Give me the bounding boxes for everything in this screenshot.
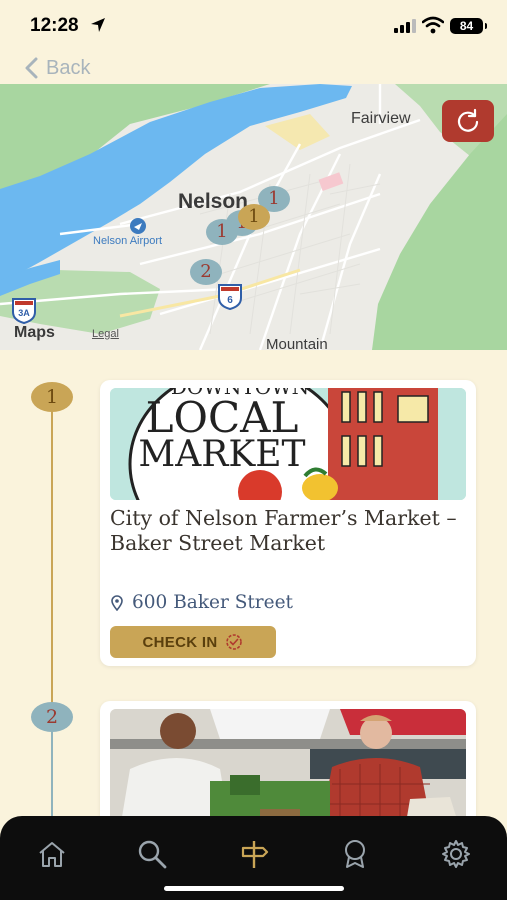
status-bar: 12:28 84 — [0, 0, 507, 52]
map-pin[interactable]: 1 — [238, 204, 270, 230]
address-text: 600 Baker Street — [132, 592, 293, 613]
map-view[interactable]: Fairview Nelson Nelson Airport Mountain … — [0, 84, 507, 350]
wifi-icon — [422, 16, 444, 34]
refresh-button[interactable] — [442, 100, 494, 142]
location-arrow-icon — [91, 18, 105, 32]
tab-settings[interactable] — [438, 836, 474, 872]
location-image: DOWNTOWN LOCAL MARKET — [110, 388, 466, 500]
check-badge-icon — [226, 634, 243, 650]
back-button[interactable]: Back — [24, 56, 90, 80]
route-shield-6-label: 6 — [227, 295, 233, 306]
map-pin-icon — [111, 594, 123, 611]
route-shield-6: 6 — [218, 284, 242, 310]
tab-home[interactable] — [34, 836, 70, 872]
badge-icon — [345, 840, 365, 868]
map-pin[interactable]: 2 — [190, 259, 222, 285]
signal-icon — [394, 19, 416, 33]
tab-rewards[interactable] — [337, 836, 373, 872]
route-shield-3a: 3A — [12, 298, 36, 324]
search-icon — [138, 840, 167, 869]
location-address: 600 Baker Street — [110, 592, 293, 613]
home-icon — [39, 842, 65, 867]
step-number-badge: 1 — [31, 382, 73, 412]
refresh-icon — [457, 108, 479, 132]
battery-indicator: 84 — [450, 18, 487, 34]
back-label: Back — [46, 56, 91, 79]
timeline-line — [51, 728, 53, 818]
map-label-fairview: Fairview — [351, 110, 411, 127]
location-image — [110, 709, 466, 829]
map-pin[interactable]: 1 — [206, 219, 238, 245]
map-label-mountain: Mountain — [266, 336, 328, 350]
tab-trails[interactable] — [236, 836, 272, 872]
maps-attribution: Maps — [14, 324, 55, 341]
gear-icon — [442, 840, 470, 868]
route-shield-3a-label: 3A — [18, 308, 30, 318]
image-text-market: MARKET — [138, 434, 305, 475]
location-card[interactable] — [100, 701, 476, 831]
tab-search[interactable] — [134, 836, 170, 872]
check-in-label: CHECK IN — [142, 633, 218, 651]
check-in-button[interactable]: CHECK IN — [110, 626, 276, 658]
home-indicator — [164, 886, 344, 891]
step-number-badge: 2 — [31, 702, 73, 732]
map-label-airport: Nelson Airport — [93, 235, 163, 247]
location-card[interactable]: DOWNTOWN LOCAL MARKET City of Nelson Far… — [100, 380, 476, 666]
chevron-left-icon — [25, 57, 38, 79]
map-legal-link[interactable]: Legal — [92, 328, 119, 340]
signpost-icon — [241, 841, 269, 868]
location-title: City of Nelson Farmer’s Market – Baker S… — [110, 506, 457, 555]
status-time: 12:28 — [30, 15, 79, 36]
